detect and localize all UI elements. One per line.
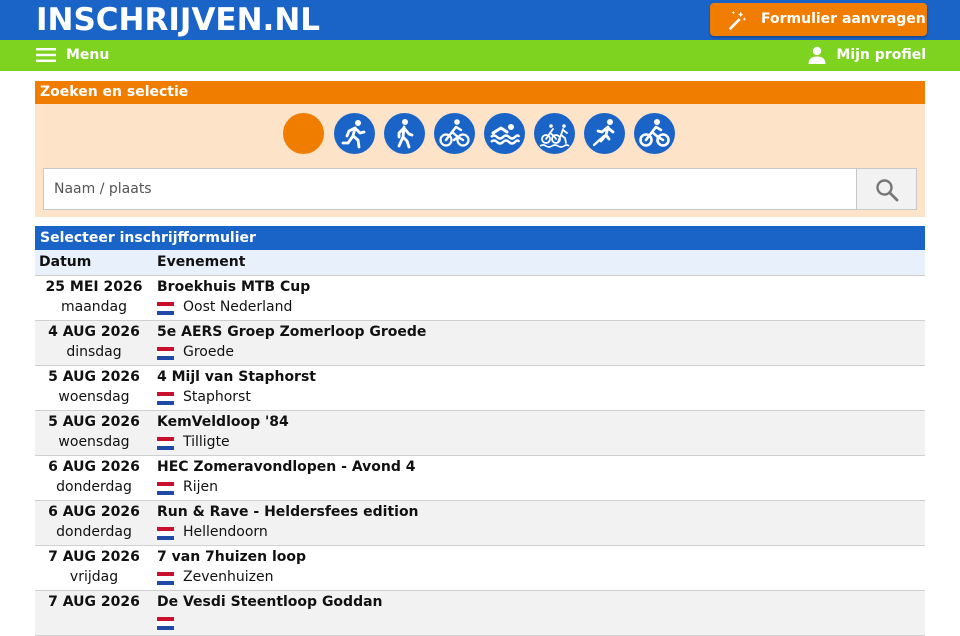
event-place: Tilligte bbox=[183, 434, 230, 450]
event-place: Oost Nederland bbox=[183, 299, 293, 315]
event-name: 5e AERS Groep Zomerloop Groede bbox=[157, 324, 427, 340]
event-day: woensdag bbox=[58, 434, 130, 450]
event-name: Broekhuis MTB Cup bbox=[157, 279, 311, 295]
event-name: Run & Rave - Heldersfees edition bbox=[157, 504, 419, 520]
menu-label: Menu bbox=[66, 47, 110, 63]
search-input[interactable] bbox=[43, 168, 857, 210]
event-place: Groede bbox=[183, 344, 234, 360]
event-name: De Vesdi Steentloop Goddan bbox=[157, 594, 383, 610]
event-date: 6 AUG 2026 bbox=[48, 459, 140, 475]
search-title: Zoeken en selectie bbox=[35, 81, 925, 104]
request-form-button[interactable]: Formulier aanvragen bbox=[710, 3, 927, 36]
events-list: 25 MEI 2026 maandag Broekhuis MTB Cup Oost … bbox=[35, 276, 925, 636]
events-panel: Selecteer inschrijfformulier Datum Evene… bbox=[35, 226, 925, 636]
column-event: Evenement bbox=[157, 254, 246, 270]
netherlands-flag-icon bbox=[157, 572, 174, 585]
event-name: HEC Zomeravondlopen - Avond 4 bbox=[157, 459, 416, 475]
search-button[interactable] bbox=[856, 168, 917, 210]
event-row[interactable]: 7 AUG 2026 vrijdag 7 van 7huizen loop Zeven… bbox=[35, 546, 925, 591]
sport-running-button[interactable] bbox=[334, 113, 375, 154]
netherlands-flag-icon bbox=[157, 302, 174, 315]
sport-mountainbike-button[interactable] bbox=[634, 113, 675, 154]
profile-label: Mijn profiel bbox=[836, 47, 926, 63]
search-icon bbox=[876, 179, 899, 202]
netherlands-flag-icon bbox=[157, 482, 174, 495]
triathlon-icon bbox=[539, 124, 570, 148]
event-row[interactable]: 25 MEI 2026 maandag Broekhuis MTB Cup Oost … bbox=[35, 276, 925, 321]
sport-walking-button[interactable] bbox=[384, 113, 425, 154]
netherlands-flag-icon bbox=[157, 392, 174, 405]
event-day: donderdag bbox=[56, 479, 132, 495]
event-name: KemVeldloop '84 bbox=[157, 414, 289, 430]
top-bar: INSCHRIJVEN.NL Formulier aanvragen bbox=[0, 0, 960, 40]
walking-icon bbox=[397, 119, 414, 149]
event-date: 25 MEI 2026 bbox=[45, 279, 143, 295]
magic-wand-icon bbox=[728, 10, 747, 31]
event-place: Staphorst bbox=[183, 389, 251, 405]
mountainbike-icon bbox=[639, 119, 670, 147]
swimming-icon bbox=[490, 124, 521, 145]
event-name: 7 van 7huizen loop bbox=[157, 549, 307, 565]
event-day: dinsdag bbox=[66, 344, 122, 360]
event-row[interactable]: 6 AUG 2026 donderdag HEC Zomeravondlopen -… bbox=[35, 456, 925, 501]
skating-icon bbox=[592, 119, 615, 147]
sport-cycling-button[interactable] bbox=[434, 113, 475, 154]
sport-swimming-button[interactable] bbox=[484, 113, 525, 154]
event-place: Rijen bbox=[183, 479, 218, 495]
running-icon bbox=[341, 120, 366, 149]
column-date: Datum bbox=[39, 254, 92, 270]
event-row[interactable]: 6 AUG 2026 donderdag Run & Rave - Heldersf… bbox=[35, 501, 925, 546]
menu-button[interactable]: Menu bbox=[36, 44, 109, 66]
event-date: 5 AUG 2026 bbox=[48, 369, 140, 385]
event-date: 6 AUG 2026 bbox=[48, 504, 140, 520]
event-row[interactable]: 5 AUG 2026 woensdag 4 Mijl van Staphorst St… bbox=[35, 366, 925, 411]
profile-button[interactable]: Mijn profiel bbox=[808, 44, 926, 66]
netherlands-flag-icon bbox=[157, 617, 174, 630]
site-logo[interactable]: INSCHRIJVEN.NL bbox=[36, 1, 320, 39]
event-row[interactable]: 5 AUG 2026 woensdag KemVeldloop '84 Tilligt… bbox=[35, 411, 925, 456]
event-day: donderdag bbox=[56, 524, 132, 540]
request-form-label: Formulier aanvragen bbox=[761, 11, 926, 27]
event-date: 7 AUG 2026 bbox=[48, 549, 140, 565]
events-title: Selecteer inschrijfformulier bbox=[35, 226, 925, 250]
search-panel: Zoeken en selectie bbox=[35, 81, 925, 217]
sport-triathlon-button[interactable] bbox=[534, 113, 575, 154]
event-date: 4 AUG 2026 bbox=[48, 324, 140, 340]
event-row[interactable]: 7 AUG 2026 De Vesdi Steentloop Goddan bbox=[35, 591, 925, 636]
hamburger-icon bbox=[36, 48, 56, 62]
event-day: vrijdag bbox=[69, 569, 119, 585]
event-place: Zevenhuizen bbox=[183, 569, 274, 585]
sport-skating-button[interactable] bbox=[584, 113, 625, 154]
cycling-icon bbox=[439, 119, 470, 147]
event-name: 4 Mijl van Staphorst bbox=[157, 369, 316, 385]
event-day: maandag bbox=[60, 299, 128, 315]
event-date: 5 AUG 2026 bbox=[48, 414, 140, 430]
netherlands-flag-icon bbox=[157, 347, 174, 360]
events-column-header: Datum Evenement bbox=[35, 250, 925, 276]
event-row[interactable]: 4 AUG 2026 dinsdag 5e AERS Groep Zomerloop… bbox=[35, 321, 925, 366]
event-place: Hellendoorn bbox=[183, 524, 268, 540]
nav-bar: Menu Mijn profiel bbox=[0, 40, 960, 71]
user-icon bbox=[808, 46, 826, 64]
sport-all-button[interactable] bbox=[283, 113, 324, 154]
event-date: 7 AUG 2026 bbox=[48, 594, 140, 610]
netherlands-flag-icon bbox=[157, 437, 174, 450]
netherlands-flag-icon bbox=[157, 527, 174, 540]
event-day: woensdag bbox=[58, 389, 130, 405]
